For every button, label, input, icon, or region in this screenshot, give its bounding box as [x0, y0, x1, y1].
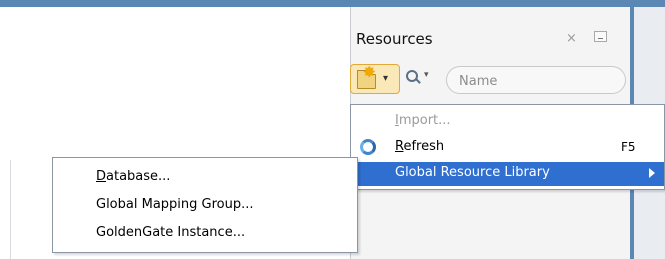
- menu-item-label: Refresh: [395, 139, 445, 154]
- menu-item-label: Import...: [395, 113, 451, 128]
- window-top-strip: [0, 0, 665, 7]
- context-menu: Import... Refresh F5 Global Resource Lib…: [350, 104, 665, 190]
- search-field-wrapper: [446, 66, 626, 94]
- submenu: Database... Global Mapping Group... Gold…: [52, 157, 358, 253]
- submenu-item-label: Global Mapping Group...: [96, 197, 254, 212]
- chevron-down-icon[interactable]: ▾: [383, 73, 388, 84]
- new-resource-button[interactable]: ✸ ▾: [350, 64, 400, 94]
- menu-accelerator: F5: [621, 140, 636, 154]
- chevron-down-icon[interactable]: ▾: [424, 70, 429, 80]
- star-icon: ✸: [363, 63, 376, 81]
- search-options-button[interactable]: ▾: [406, 67, 429, 87]
- submenu-arrow-icon: [649, 168, 655, 178]
- submenu-item-goldengate-instance[interactable]: GoldenGate Instance...: [53, 221, 357, 247]
- menu-item-import[interactable]: Import...: [351, 110, 664, 134]
- submenu-item-global-mapping-group[interactable]: Global Mapping Group...: [53, 193, 357, 219]
- minimize-icon[interactable]: [594, 31, 607, 42]
- submenu-item-label: GoldenGate Instance...: [96, 225, 246, 240]
- search-icon-handle: [415, 78, 421, 84]
- menu-item-global-resource-library[interactable]: Global Resource Library: [351, 162, 664, 186]
- refresh-icon: [359, 138, 379, 158]
- search-input[interactable]: [457, 71, 621, 91]
- editor-margin-rule: [10, 160, 11, 259]
- panel-title: Resources: [356, 30, 433, 48]
- menu-item-label: Global Resource Library: [395, 165, 550, 180]
- submenu-item-database[interactable]: Database...: [53, 165, 357, 191]
- close-icon[interactable]: ×: [566, 31, 577, 46]
- submenu-item-label: Database...: [96, 169, 171, 184]
- menu-item-refresh[interactable]: Refresh F5: [351, 136, 664, 160]
